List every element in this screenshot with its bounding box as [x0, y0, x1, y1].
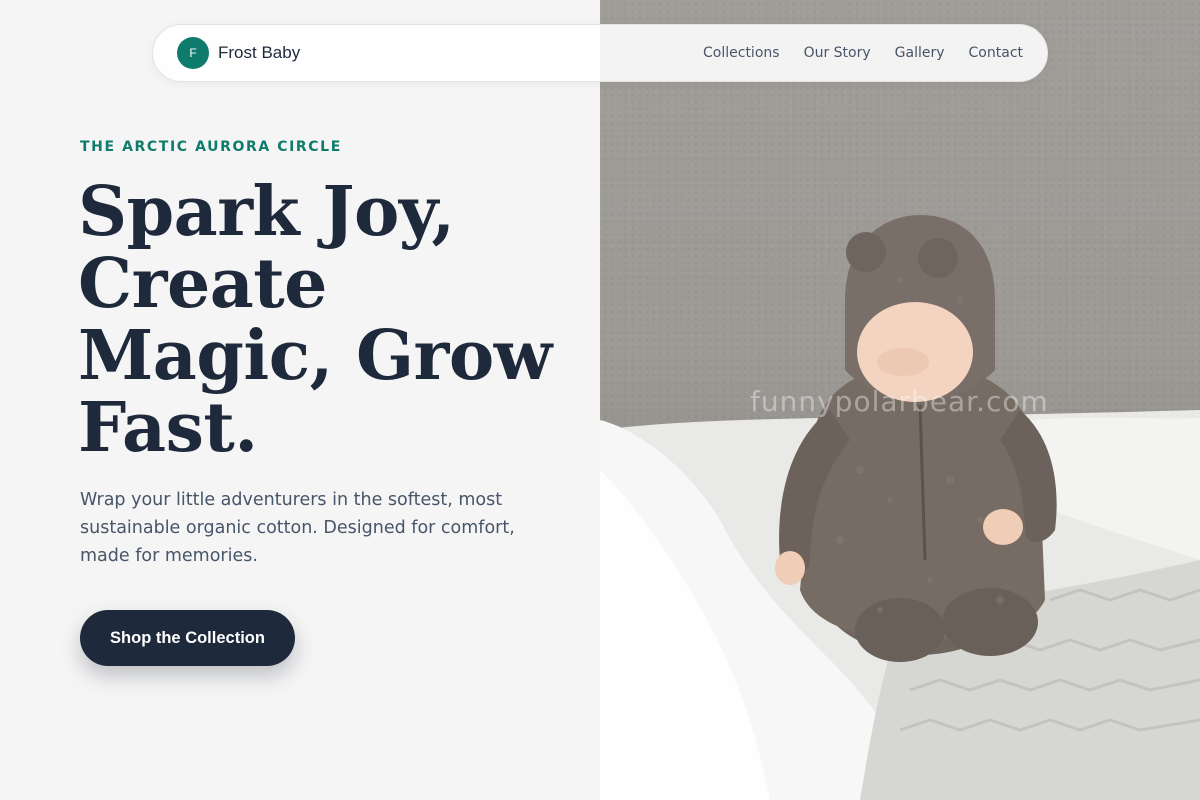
brand-logo-link[interactable]: F Frost Baby [177, 37, 300, 69]
nav-link-contact[interactable]: Contact [969, 45, 1023, 61]
logo-badge-icon: F [177, 37, 209, 69]
hero-subcopy: Wrap your little adventurers in the soft… [80, 490, 515, 566]
brand-name: Frost Baby [218, 43, 301, 62]
headline-line: Magic, Grow [78, 316, 552, 396]
watermark-text: funnypolarbear.com [750, 385, 1049, 418]
top-navbar: F Frost Baby Collections Our Story Galle… [152, 24, 1048, 82]
headline-line: Spark Joy, [78, 172, 455, 252]
headline-line: Fast. [78, 388, 258, 468]
hero-eyebrow: THE ARCTIC AURORA CIRCLE [80, 139, 342, 155]
hero-photo: funnypolarbear.com [600, 0, 1200, 800]
nav-links: Collections Our Story Gallery Contact [703, 45, 1023, 61]
nav-link-our-story[interactable]: Our Story [804, 45, 871, 61]
hero-headline: Spark Joy, Create Magic, Grow Fast. [78, 176, 558, 464]
nav-link-gallery[interactable]: Gallery [895, 45, 945, 61]
shop-collection-button[interactable]: Shop the Collection [80, 610, 295, 666]
nav-link-collections[interactable]: Collections [703, 45, 780, 61]
headline-line: Create [78, 244, 327, 324]
